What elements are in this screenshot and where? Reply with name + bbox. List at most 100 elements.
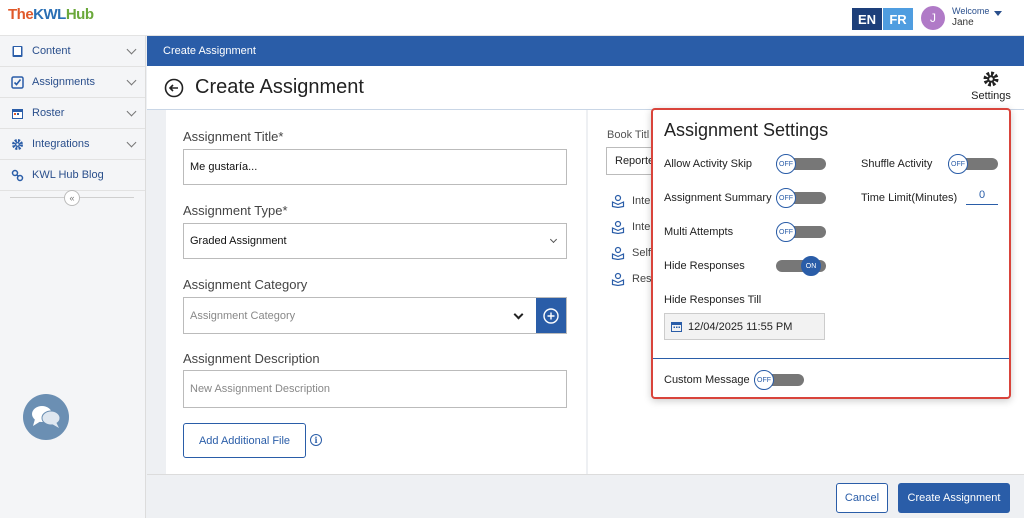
allow-skip-label: Allow Activity Skip xyxy=(664,158,753,170)
top-header: TheKWLHub EN FR J Welcome Jane xyxy=(0,0,1024,36)
allow-skip-toggle[interactable]: OFF xyxy=(776,154,826,174)
avatar[interactable]: J xyxy=(921,6,945,30)
assignment-settings-popup: Assignment Settings Allow Activity Skip … xyxy=(651,108,1011,399)
gear-icon xyxy=(10,137,24,151)
popup-title: Assignment Settings xyxy=(664,120,829,140)
cancel-button[interactable]: Cancel xyxy=(836,483,888,513)
date-value: 12/04/2025 11:55 PM xyxy=(688,320,793,333)
popup-divider xyxy=(653,358,1009,359)
assignment-form: Assignment Title* Me gustaría... Assignm… xyxy=(166,110,586,474)
sidebar-item-assignments[interactable]: Assignments xyxy=(0,67,145,98)
activity-item[interactable]: Inte xyxy=(611,194,650,208)
book-title-label: Book Titl xyxy=(607,129,650,141)
breadcrumb: Create Assignment xyxy=(147,36,1024,66)
hide-responses-till-label: Hide Responses Till xyxy=(664,294,762,306)
assignment-summary-label: Assignment Summary xyxy=(664,192,772,204)
footer-bar: Cancel Create Assignment xyxy=(147,474,1024,518)
sidebar-item-content[interactable]: Content xyxy=(0,36,145,67)
sidebar-item-blog[interactable]: KWL Hub Blog xyxy=(0,160,145,191)
activity-icon xyxy=(611,220,625,234)
create-assignment-button[interactable]: Create Assignment xyxy=(898,483,1010,513)
calendar-icon xyxy=(10,106,24,120)
type-label: Assignment Type* xyxy=(183,203,288,218)
hide-responses-label: Hide Responses xyxy=(664,260,745,272)
add-category-button[interactable] xyxy=(536,298,566,333)
type-select[interactable]: Graded Assignment xyxy=(183,223,567,259)
custom-message-label: Custom Message xyxy=(664,374,750,386)
info-icon[interactable]: i xyxy=(310,434,322,446)
category-label: Assignment Category xyxy=(183,277,308,292)
shuffle-activity-toggle[interactable]: OFF xyxy=(948,154,998,174)
sidebar-item-label: KWL Hub Blog xyxy=(32,169,104,181)
back-arrow-icon[interactable] xyxy=(164,78,184,98)
sidebar-item-roster[interactable]: Roster xyxy=(0,98,145,129)
toggle-knob: OFF xyxy=(948,154,968,174)
activity-item[interactable]: Inte xyxy=(611,220,650,234)
settings-button[interactable]: Settings xyxy=(967,70,1015,102)
chevron-down-icon xyxy=(126,75,137,86)
user-menu-caret-icon[interactable] xyxy=(994,11,1002,16)
chevron-down-icon xyxy=(513,309,524,319)
activity-label: Res xyxy=(632,273,652,285)
assignment-summary-toggle[interactable]: OFF xyxy=(776,188,826,208)
activity-icon xyxy=(611,272,625,286)
chat-icon[interactable] xyxy=(23,394,69,440)
time-limit-input[interactable]: 0 xyxy=(966,189,998,205)
multi-attempts-toggle[interactable]: OFF xyxy=(776,222,826,242)
chevron-down-icon xyxy=(126,44,137,55)
user-name: Jane xyxy=(952,17,974,28)
custom-message-toggle[interactable]: OFF xyxy=(754,370,804,390)
activity-label: Self xyxy=(632,247,651,259)
language-fr-button[interactable]: FR xyxy=(883,8,913,30)
logo-the: The xyxy=(8,6,34,23)
toggle-knob: OFF xyxy=(754,370,774,390)
hide-responses-toggle[interactable]: ON xyxy=(776,256,826,276)
sidebar-item-label: Roster xyxy=(32,107,65,119)
sidebar-item-integrations[interactable]: Integrations xyxy=(0,129,145,160)
page-title: Create Assignment xyxy=(195,76,364,98)
toggle-knob: OFF xyxy=(776,154,796,174)
chevron-down-icon xyxy=(126,106,137,117)
multi-attempts-label: Multi Attempts xyxy=(664,226,734,238)
chevron-down-icon xyxy=(126,137,137,148)
time-limit-label: Time Limit(Minutes) xyxy=(861,192,958,204)
description-label: Assignment Description xyxy=(183,351,320,366)
kwl-hub-logo[interactable]: TheKWLHub xyxy=(8,6,94,23)
logo-kwl: KWL xyxy=(33,6,66,23)
toggle-knob: OFF xyxy=(776,222,796,242)
activity-label: Inte xyxy=(632,195,651,207)
checkbox-icon xyxy=(10,75,24,89)
toggle-knob: OFF xyxy=(776,188,796,208)
collapse-sidebar-button[interactable]: « xyxy=(64,190,80,206)
sidebar-item-label: Content xyxy=(32,45,71,57)
activity-label: Inte xyxy=(632,221,651,233)
type-select-value: Graded Assignment xyxy=(190,235,287,247)
sidebar-item-label: Assignments xyxy=(32,76,95,88)
hide-responses-till-input[interactable]: 12/04/2025 11:55 PM xyxy=(664,313,825,340)
gear-icon xyxy=(983,71,999,87)
activity-icon xyxy=(611,246,625,260)
sidebar: Content Assignments Roster Integrations … xyxy=(0,36,146,518)
welcome-text: Welcome Jane xyxy=(952,5,989,29)
description-textarea[interactable]: New Assignment Description xyxy=(183,370,567,408)
title-input[interactable]: Me gustaría... xyxy=(183,149,567,185)
category-placeholder: Assignment Category xyxy=(190,309,296,322)
add-additional-file-button[interactable]: Add Additional File xyxy=(183,423,306,458)
book-icon xyxy=(10,44,24,58)
activity-icon xyxy=(611,194,625,208)
sidebar-item-label: Integrations xyxy=(32,138,90,150)
logo-hub: Hub xyxy=(65,6,94,23)
category-select[interactable]: Assignment Category xyxy=(183,297,567,334)
toggle-knob: ON xyxy=(801,256,821,276)
welcome-label: Welcome xyxy=(952,6,990,16)
title-label: Assignment Title* xyxy=(183,129,284,144)
chevron-down-icon xyxy=(549,235,558,244)
activity-item[interactable]: Res xyxy=(611,272,652,286)
activity-item[interactable]: Self xyxy=(611,246,651,260)
page-header: Create Assignment Settings xyxy=(147,66,1024,110)
plus-circle-icon xyxy=(543,307,559,324)
link-icon xyxy=(10,168,24,182)
language-en-button[interactable]: EN xyxy=(852,8,882,30)
settings-label: Settings xyxy=(971,90,1011,102)
calendar-icon xyxy=(671,322,682,332)
